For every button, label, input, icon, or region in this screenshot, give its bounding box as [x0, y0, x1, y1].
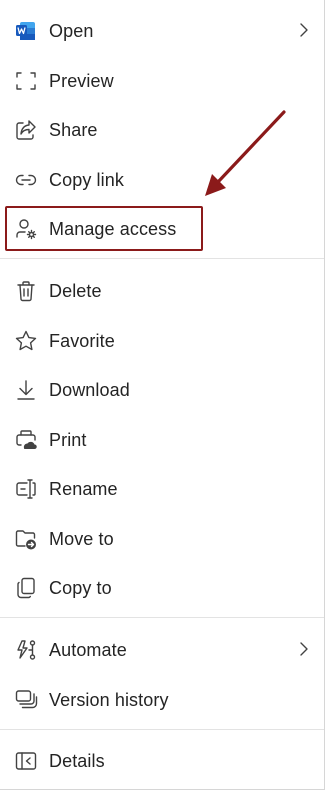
menu-item-label: Delete	[49, 281, 102, 301]
menu-item-move-to[interactable]: Move to	[0, 518, 323, 558]
copy-icon	[14, 576, 38, 600]
menu-item-favorite[interactable]: Favorite	[0, 320, 323, 360]
menu-item-label: Preview	[49, 71, 114, 91]
trash-icon	[14, 279, 38, 303]
menu-divider	[0, 729, 324, 730]
context-menu: Open Preview Share Copy link Manage acce…	[0, 0, 325, 790]
menu-divider	[0, 258, 324, 259]
menu-item-delete[interactable]: Delete	[0, 270, 323, 310]
menu-divider	[0, 617, 324, 618]
menu-item-share[interactable]: Share	[0, 109, 323, 149]
chevron-right-icon	[300, 642, 308, 656]
menu-item-label: Print	[49, 430, 87, 450]
menu-item-label: Copy link	[49, 170, 124, 190]
menu-item-label: Details	[49, 751, 105, 771]
details-icon	[14, 749, 38, 773]
menu-item-automate[interactable]: Automate	[0, 629, 323, 669]
share-icon	[14, 118, 38, 142]
version-history-icon	[14, 688, 38, 712]
move-to-icon	[14, 527, 38, 551]
menu-item-download[interactable]: Download	[0, 369, 323, 409]
print-icon	[14, 428, 38, 452]
menu-item-open[interactable]: Open	[0, 10, 323, 50]
menu-item-copy-to[interactable]: Copy to	[0, 567, 323, 607]
menu-item-label: Copy to	[49, 578, 112, 598]
menu-item-label: Move to	[49, 529, 114, 549]
menu-item-print[interactable]: Print	[0, 419, 323, 459]
menu-item-label: Manage access	[49, 219, 177, 239]
chevron-right-icon	[300, 23, 308, 37]
menu-item-label: Download	[49, 380, 130, 400]
menu-item-label: Rename	[49, 479, 118, 499]
link-icon	[14, 168, 38, 192]
menu-item-label: Favorite	[49, 331, 115, 351]
menu-item-label: Open	[49, 21, 94, 41]
word-icon	[14, 19, 38, 43]
menu-item-details[interactable]: Details	[0, 740, 323, 780]
menu-item-copy-link[interactable]: Copy link	[0, 159, 323, 199]
menu-item-manage-access[interactable]: Manage access	[0, 208, 323, 248]
rename-icon	[14, 477, 38, 501]
download-icon	[14, 378, 38, 402]
star-icon	[14, 329, 38, 353]
menu-item-label: Automate	[49, 640, 127, 660]
preview-icon	[14, 69, 38, 93]
menu-item-preview[interactable]: Preview	[0, 60, 323, 100]
manage-access-icon	[14, 217, 38, 241]
menu-item-label: Share	[49, 120, 98, 140]
menu-item-version-history[interactable]: Version history	[0, 679, 323, 719]
menu-item-rename[interactable]: Rename	[0, 468, 323, 508]
automate-icon	[14, 638, 38, 662]
menu-item-label: Version history	[49, 690, 169, 710]
